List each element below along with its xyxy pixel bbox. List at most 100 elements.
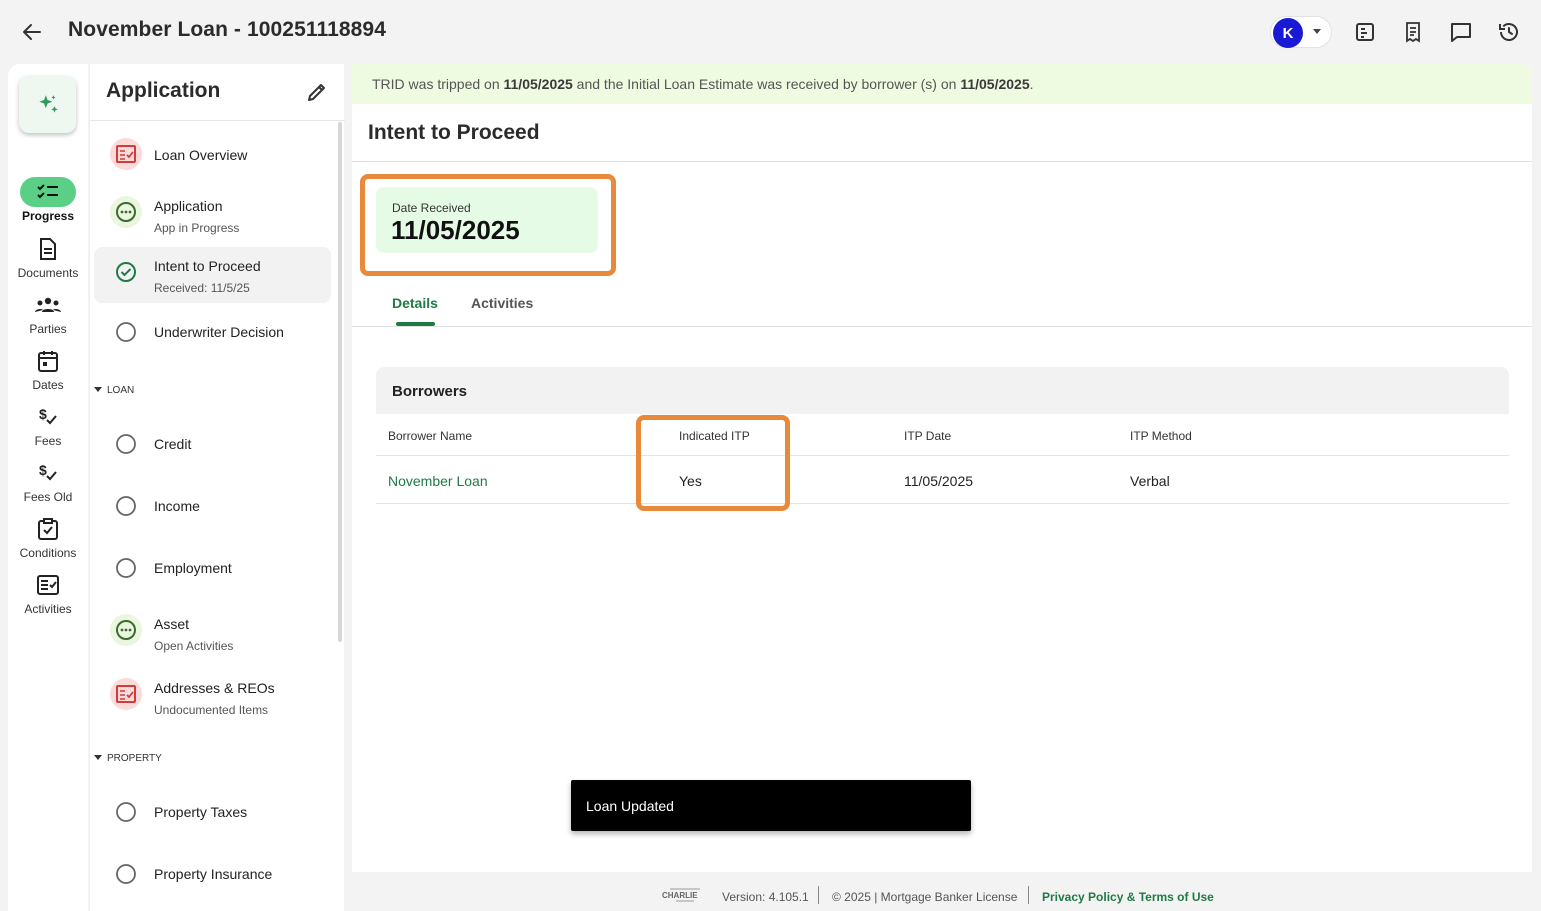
highlight-frame: Date Received 11/05/2025 [360,174,616,276]
column-header[interactable]: Borrower Name [388,429,472,443]
rail-label: Progress [21,209,75,223]
rail-item-progress[interactable]: Progress [8,177,88,223]
sidebar-item-label: Employment [154,560,232,576]
sidebar-item-credit[interactable]: Credit [94,416,331,472]
sidebar-item-sublabel: Received: 11/5/25 [154,281,250,295]
itp-method-value: Verbal [1130,473,1170,489]
section-header-property[interactable]: PROPERTY [94,753,162,764]
rail-label: Fees [34,434,62,448]
empty-circle-icon [110,552,142,584]
svg-text:CHARLIE: CHARLIE [662,891,698,900]
sidebar-item-label: Credit [154,436,192,452]
charlie-logo: CHARLIE [662,888,700,902]
in-progress-icon [110,196,142,228]
empty-circle-icon [110,316,142,348]
sidebar-item-sublabel: App in Progress [154,221,240,235]
pencil-icon[interactable] [305,80,329,104]
sidebar-item-property-taxes[interactable]: Property Taxes [94,784,331,840]
sidebar-item-income[interactable]: Income [94,478,331,534]
rail-item-conditions[interactable]: Conditions [8,514,88,560]
user-menu[interactable]: K [1270,16,1332,48]
rail-label: Activities [24,602,72,616]
sidebar-item-label: Application [154,198,223,214]
borrowers-header: Borrowers [376,367,1509,414]
toast-notification: Loan Updated [571,780,971,831]
notes-icon[interactable] [1353,20,1377,44]
svg-text:$: $ [39,462,47,478]
clipboard-check-icon [20,514,76,544]
alert-checklist-icon [110,138,142,170]
ai-assistant-button[interactable] [19,76,76,133]
dollar-check-icon: $ [20,458,76,488]
rail-label: Parties [29,322,67,336]
rail-item-documents[interactable]: Documents [8,234,88,280]
rail-item-activities[interactable]: Activities [8,570,88,616]
sidebar-item-loan-overview[interactable]: Loan Overview [94,126,331,182]
sidebar-scrollbar[interactable] [338,122,342,642]
sidebar-item-employment[interactable]: Employment [94,540,331,596]
page-title: November Loan - 100251118894 [68,18,386,41]
divider [376,455,1509,456]
footer: CHARLIE Version: 4.105.1 © 2025 | Mortga… [352,872,1532,911]
borrower-name-link[interactable]: November Loan [388,473,488,489]
left-rail: Progress Documents Parties Dates $ Fees … [8,64,88,911]
sidebar-item-application[interactable]: Application App in Progress [94,184,331,240]
tab-details[interactable]: Details [392,295,438,311]
sidebar-item-underwriter-decision[interactable]: Underwriter Decision [94,304,331,360]
license-text: © 2025 | Mortgage Banker License [832,890,1018,904]
sidebar-item-label: Property Insurance [154,866,273,882]
sidebar-item-sublabel: Open Activities [154,639,234,653]
borrowers-title: Borrowers [392,383,468,400]
divider [352,161,1532,162]
divider [352,326,1532,327]
document-icon [20,234,76,264]
caret-down-icon [94,387,102,392]
sidebar-item-label: Loan Overview [154,147,248,163]
divider [818,886,819,904]
sidebar-item-label: Property Taxes [154,804,248,820]
sidebar-item-asset[interactable]: Asset Open Activities [94,602,331,658]
section-title: Intent to Proceed [368,121,540,144]
chat-icon[interactable] [1449,20,1473,44]
sidebar-item-property-insurance[interactable]: Property Insurance [94,846,331,902]
section-header-loan[interactable]: LOAN [94,385,134,396]
privacy-policy-link[interactable]: Privacy Policy & Terms of Use [1042,890,1214,904]
sidebar-item-label: Addresses & REOs [154,680,275,696]
people-group-icon [20,290,76,320]
sidebar-item-addresses-reos[interactable]: Addresses & REOs Undocumented Items [94,666,331,722]
back-arrow-icon[interactable] [20,20,44,44]
main-content: TRID was tripped on 11/05/2025 and the I… [352,64,1532,872]
divider [90,120,345,121]
in-progress-icon [110,614,142,646]
rail-item-dates[interactable]: Dates [8,346,88,392]
tab-activities[interactable]: Activities [471,295,533,311]
version-text: Version: 4.105.1 [722,890,809,904]
rail-item-parties[interactable]: Parties [8,290,88,336]
top-bar: November Loan - 100251118894 K [0,0,1541,64]
check-circle-icon [110,256,142,288]
column-header[interactable]: ITP Method [1130,429,1192,443]
sidebar-item-intent-to-proceed[interactable]: Intent to Proceed Received: 11/5/25 [94,247,331,303]
chevron-down-icon [1313,29,1321,34]
receipt-icon[interactable] [1401,20,1425,44]
column-header[interactable]: ITP Date [904,429,951,443]
calendar-icon [20,346,76,376]
rail-item-fees[interactable]: $ Fees [8,402,88,448]
rail-label: Fees Old [23,490,73,504]
divider [376,503,1509,504]
sidebar-item-label: Asset [154,616,190,632]
sidebar-item-label: Intent to Proceed [154,258,261,274]
empty-circle-icon [110,428,142,460]
avatar: K [1273,18,1303,48]
empty-circle-icon [110,490,142,522]
caret-down-icon [94,755,102,760]
alert-checklist-icon [110,678,142,710]
date-received-card: Date Received 11/05/2025 [376,187,598,253]
rail-item-fees-old[interactable]: $ Fees Old [8,458,88,504]
history-icon[interactable] [1497,20,1521,44]
sidebar-title: Application [106,79,221,102]
sidebar-item-label: Underwriter Decision [154,324,284,340]
application-panel: Application Loan Overview Application Ap… [89,64,345,911]
sparkle-icon [38,94,58,113]
empty-circle-icon [110,858,142,890]
